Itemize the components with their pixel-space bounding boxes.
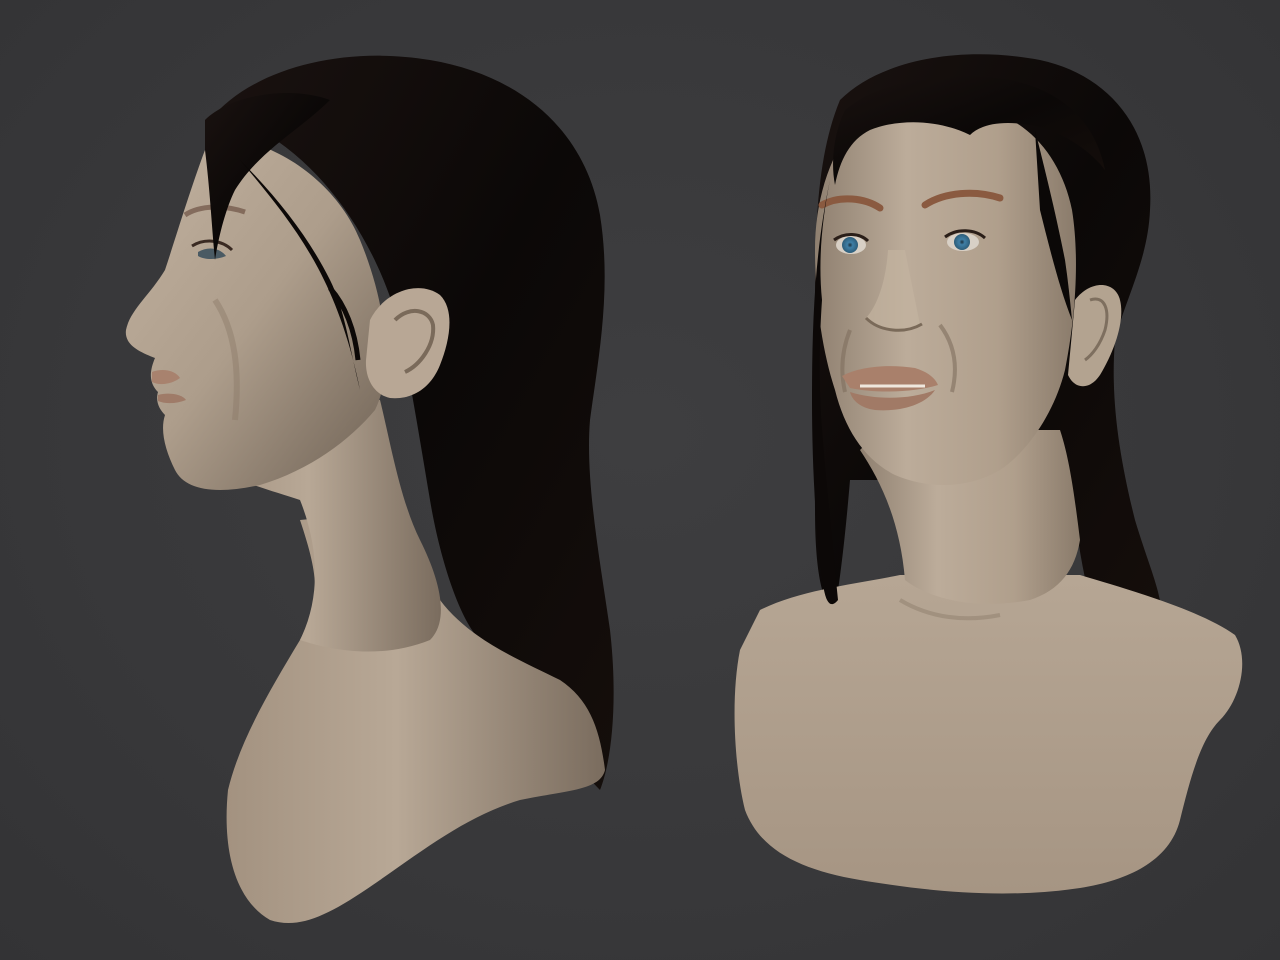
eye-left-right-view bbox=[842, 237, 858, 253]
three-quarter-front-view bbox=[734, 54, 1243, 894]
sculpt-render bbox=[125, 54, 1243, 924]
render-viewport bbox=[0, 0, 1280, 960]
eye-right-right-view bbox=[954, 234, 970, 250]
chest-right bbox=[734, 575, 1243, 894]
face-right bbox=[815, 103, 1076, 486]
profile-left-view bbox=[125, 55, 614, 924]
